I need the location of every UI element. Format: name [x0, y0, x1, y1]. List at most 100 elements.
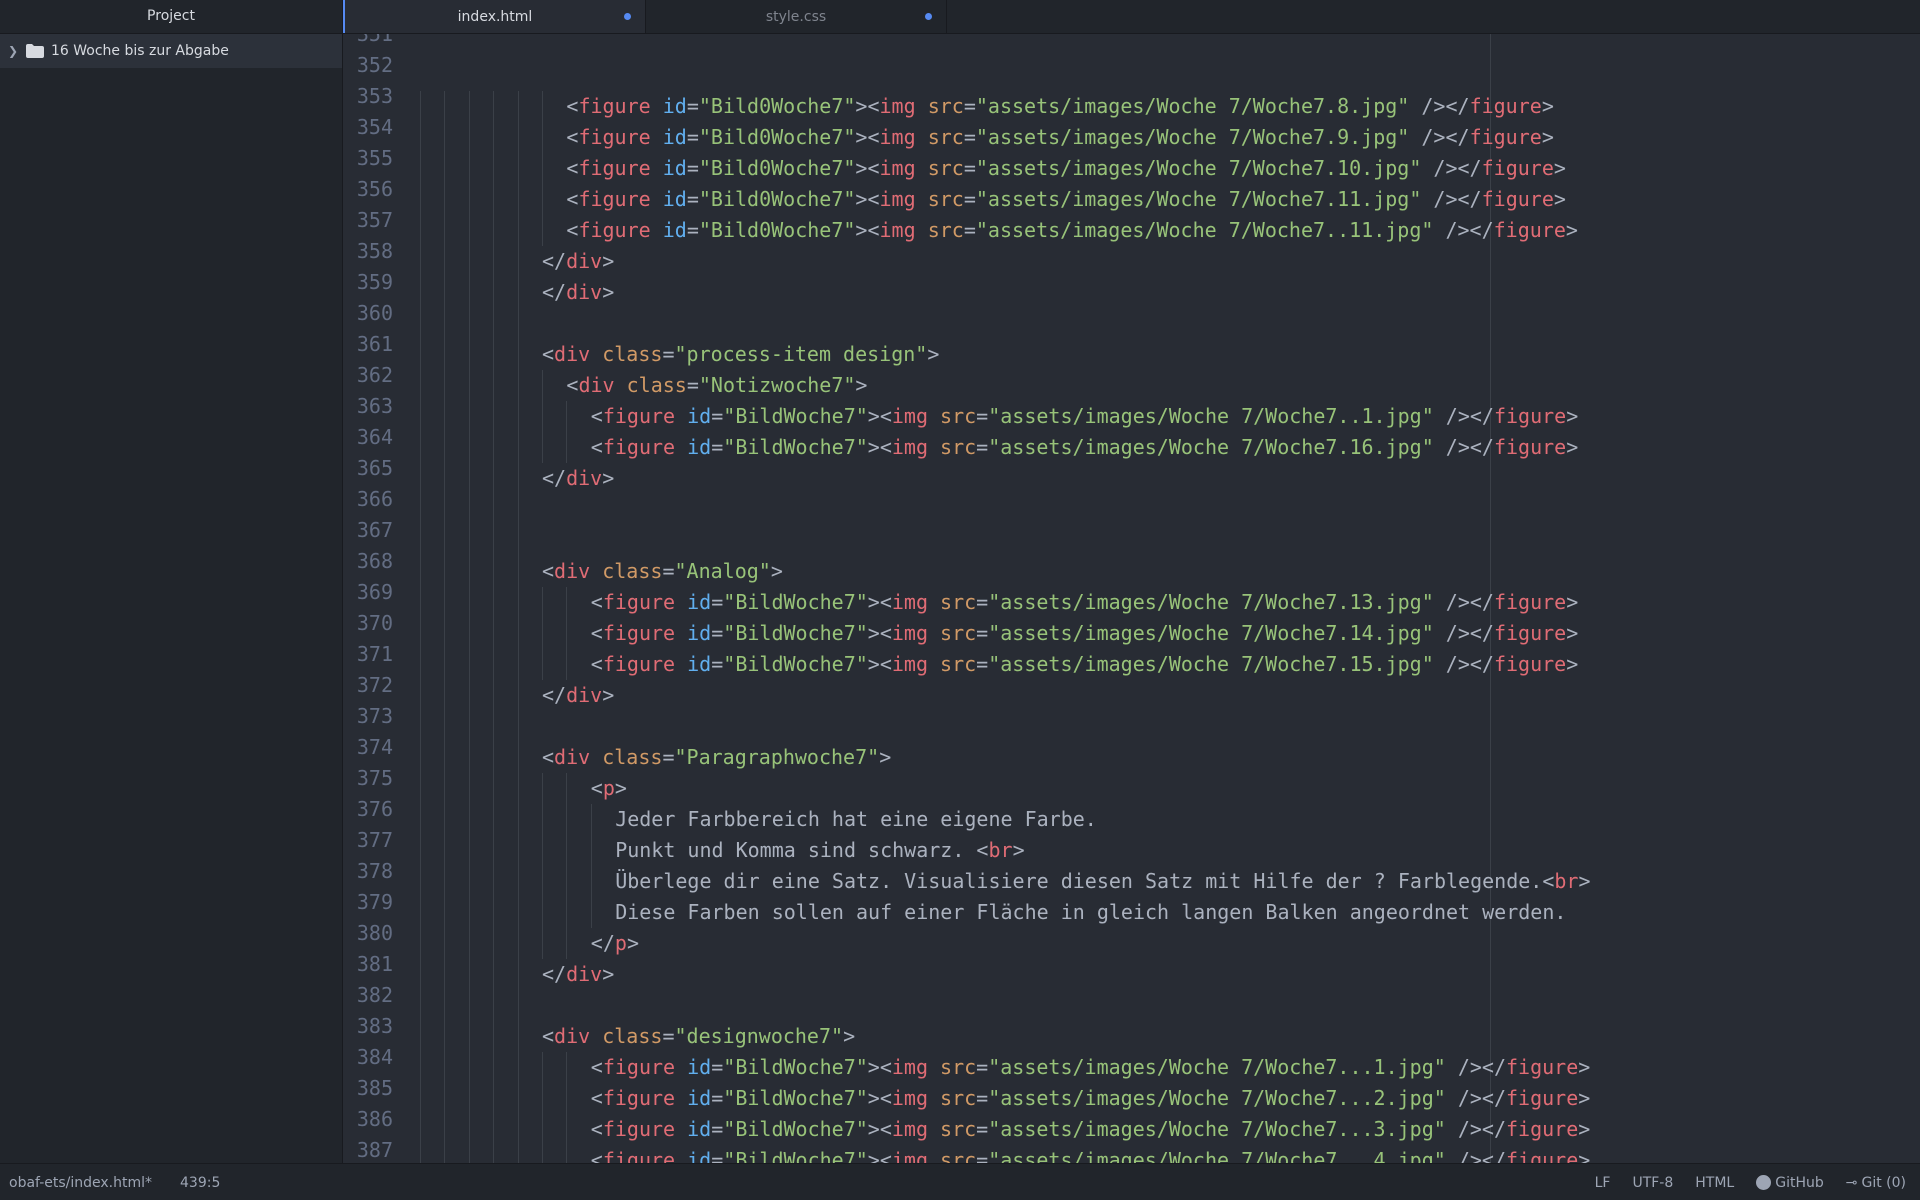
line-number[interactable]: 363: [343, 391, 393, 422]
code-line[interactable]: </div>: [420, 680, 1920, 711]
line-number[interactable]: 351: [343, 34, 393, 50]
line-number[interactable]: 372: [343, 670, 393, 701]
code-line[interactable]: <figure id="BildWoche7"><img src="assets…: [420, 587, 1920, 618]
code-line[interactable]: Diese Farben sollen auf einer Fläche in …: [420, 897, 1920, 928]
line-number[interactable]: 366: [343, 484, 393, 515]
code-line[interactable]: <figure id="BildWoche7"><img src="assets…: [420, 1114, 1920, 1145]
code-line[interactable]: Jeder Farbbereich hat eine eigene Farbe.: [420, 804, 1920, 835]
line-number[interactable]: 356: [343, 174, 393, 205]
code-token: figure: [578, 94, 651, 118]
line-number[interactable]: 384: [343, 1042, 393, 1073]
line-number[interactable]: 373: [343, 701, 393, 732]
line-number[interactable]: 361: [343, 329, 393, 360]
code-token: <: [590, 652, 603, 676]
tab-index-html[interactable]: index.html: [343, 0, 646, 33]
line-number[interactable]: 355: [343, 143, 393, 174]
line-number[interactable]: 378: [343, 856, 393, 887]
line-number[interactable]: 381: [343, 949, 393, 980]
line-number[interactable]: 376: [343, 794, 393, 825]
code-line[interactable]: <div class="designwoche7">: [420, 1021, 1920, 1052]
line-number[interactable]: 370: [343, 608, 393, 639]
code-line[interactable]: <p>: [420, 773, 1920, 804]
code-line[interactable]: <figure id="BildWoche7"><img src="assets…: [420, 432, 1920, 463]
code-line[interactable]: </div>: [420, 277, 1920, 308]
line-number[interactable]: 353: [343, 81, 393, 112]
code-area[interactable]: <figure id="Bild0Woche7"><img src="asset…: [420, 34, 1920, 1163]
code-line[interactable]: <figure id="BildWoche7"><img src="assets…: [420, 649, 1920, 680]
code-token: class: [602, 745, 663, 769]
indent-guide: [493, 897, 495, 928]
code-line[interactable]: <figure id="BildWoche7"><img src="assets…: [420, 1145, 1920, 1163]
code-line[interactable]: [420, 494, 1920, 525]
code-line[interactable]: <figure id="BildWoche7"><img src="assets…: [420, 401, 1920, 432]
line-number[interactable]: 362: [343, 360, 393, 391]
line-number[interactable]: 369: [343, 577, 393, 608]
code-line[interactable]: <div class="process-item design">: [420, 339, 1920, 370]
code-line[interactable]: Überlege dir eine Satz. Visualisiere die…: [420, 866, 1920, 897]
status-file-path[interactable]: obaf-ets/index.html*: [9, 1175, 152, 1191]
code-line[interactable]: [420, 711, 1920, 742]
line-number[interactable]: 379: [343, 887, 393, 918]
line-number[interactable]: 386: [343, 1104, 393, 1135]
code-line[interactable]: <figure id="Bild0Woche7"><img src="asset…: [420, 91, 1920, 122]
code-token: /></: [1445, 1117, 1506, 1141]
code-line[interactable]: [420, 525, 1920, 556]
status-line-ending[interactable]: LF: [1595, 1175, 1611, 1191]
code-line[interactable]: <figure id="BildWoche7"><img src="assets…: [420, 1083, 1920, 1114]
code-token: src: [940, 590, 977, 614]
code-token: >: [1541, 125, 1554, 149]
line-number[interactable]: 357: [343, 205, 393, 236]
code-editor[interactable]: 351 352 353 354 355 356 357 358 359 360 361 362 363 3…: [343, 34, 1920, 1163]
line-number[interactable]: 371: [343, 639, 393, 670]
code-line[interactable]: <figure id="BildWoche7"><img src="assets…: [420, 1052, 1920, 1083]
code-line[interactable]: <div class="Paragraphwoche7">: [420, 742, 1920, 773]
code-line[interactable]: <div class="Analog">: [420, 556, 1920, 587]
line-number[interactable]: 360: [343, 298, 393, 329]
code-token: "BildWoche7": [723, 404, 868, 428]
line-number[interactable]: 380: [343, 918, 393, 949]
line-number[interactable]: 382: [343, 980, 393, 1011]
line-number[interactable]: 359: [343, 267, 393, 298]
line-number[interactable]: 383: [343, 1011, 393, 1042]
github-button[interactable]: GitHub: [1756, 1175, 1824, 1191]
tree-item-folder[interactable]: ❯ 16 Woche bis zur Abgabe: [0, 34, 342, 68]
line-number[interactable]: 377: [343, 825, 393, 856]
line-number[interactable]: 367: [343, 515, 393, 546]
code-line[interactable]: <figure id="Bild0Woche7"><img src="asset…: [420, 122, 1920, 153]
line-number[interactable]: 374: [343, 732, 393, 763]
chevron-right-icon[interactable]: ❯: [8, 44, 22, 58]
status-grammar[interactable]: HTML: [1695, 1175, 1734, 1191]
code-line[interactable]: <figure id="Bild0Woche7"><img src="asset…: [420, 215, 1920, 246]
git-button[interactable]: ⊸ Git (0): [1846, 1175, 1906, 1191]
status-cursor-position[interactable]: 439:5: [180, 1175, 220, 1191]
code-token: figure: [602, 590, 676, 614]
line-number[interactable]: 354: [343, 112, 393, 143]
code-line[interactable]: </div>: [420, 246, 1920, 277]
line-number[interactable]: 352: [343, 50, 393, 81]
code-line[interactable]: [420, 990, 1920, 1021]
status-encoding[interactable]: UTF-8: [1632, 1175, 1673, 1191]
line-number[interactable]: 365: [343, 453, 393, 484]
code-line[interactable]: <figure id="Bild0Woche7"><img src="asset…: [420, 184, 1920, 215]
line-number[interactable]: 387: [343, 1135, 393, 1163]
code-line[interactable]: <figure id="BildWoche7"><img src="assets…: [420, 618, 1920, 649]
code-line[interactable]: [420, 308, 1920, 339]
code-line[interactable]: <figure id="Bild0Woche7"><img src="asset…: [420, 153, 1920, 184]
line-number[interactable]: 364: [343, 422, 393, 453]
indent-guide: [566, 928, 568, 959]
line-number[interactable]: 358: [343, 236, 393, 267]
code-line[interactable]: Punkt und Komma sind schwarz. <br>: [420, 835, 1920, 866]
code-line[interactable]: <div class="Notizwoche7">: [420, 370, 1920, 401]
line-number[interactable]: 375: [343, 763, 393, 794]
line-number[interactable]: 385: [343, 1073, 393, 1104]
indent-guide: [468, 866, 470, 897]
indent-guide: [542, 1114, 543, 1145]
code-line[interactable]: </div>: [420, 463, 1920, 494]
code-line[interactable]: </p>: [420, 928, 1920, 959]
line-number[interactable]: 368: [343, 546, 393, 577]
indent-guide: [493, 866, 495, 897]
code-line[interactable]: </div>: [420, 959, 1920, 990]
tab-style-css[interactable]: style.css: [646, 0, 947, 33]
indent-guide: [566, 432, 568, 463]
